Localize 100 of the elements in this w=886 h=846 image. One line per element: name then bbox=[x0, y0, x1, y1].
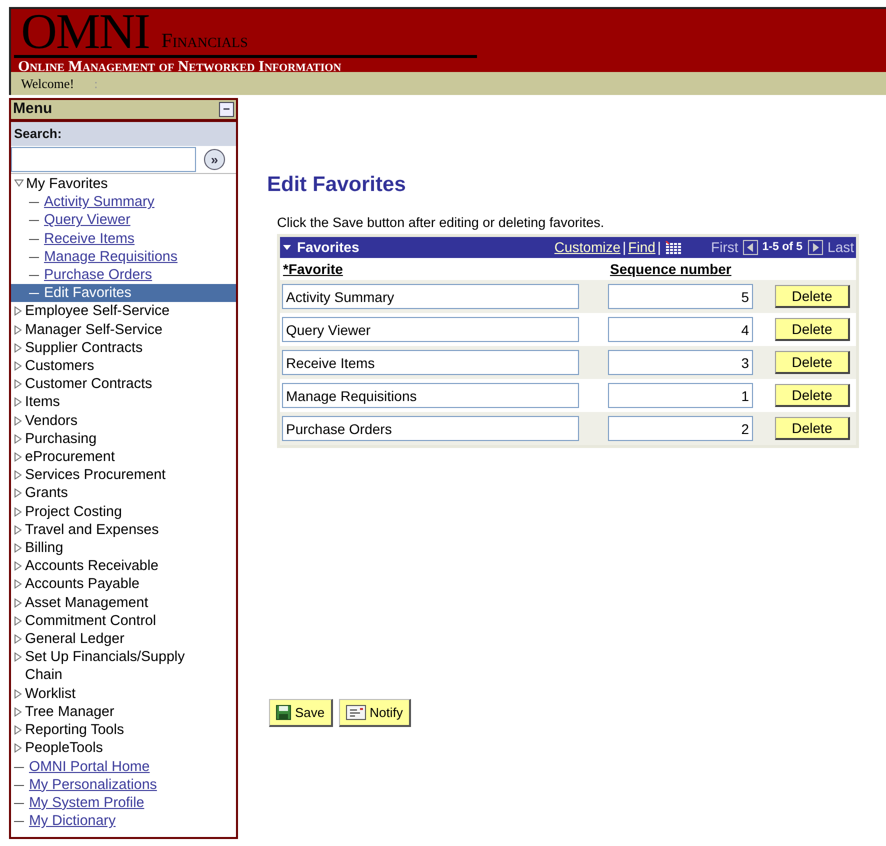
menu-folder[interactable]: Commitment Control bbox=[25, 612, 156, 630]
menu-folder[interactable]: Accounts Receivable bbox=[25, 557, 159, 576]
collapsed-triangle-icon[interactable] bbox=[14, 579, 22, 590]
menu-folder[interactable]: My Favorites bbox=[26, 175, 108, 194]
collapsed-triangle-icon[interactable] bbox=[14, 561, 22, 572]
collapse-caret-icon[interactable] bbox=[282, 244, 292, 252]
collapsed-triangle-icon[interactable] bbox=[14, 506, 22, 517]
last-label: Last bbox=[828, 238, 854, 257]
menu-folder[interactable]: Billing bbox=[25, 539, 64, 558]
column-header[interactable]: *Favorite bbox=[283, 258, 610, 280]
delete-button[interactable]: Delete bbox=[775, 318, 850, 341]
menu-link[interactable]: Purchase Orders bbox=[44, 266, 152, 284]
first-label: First bbox=[711, 238, 738, 257]
menu-folder[interactable]: eProcurement bbox=[25, 448, 115, 466]
menu-link[interactable]: Activity Summary bbox=[44, 193, 154, 212]
instruction-text: Click the Save button after editing or deleting favorites. bbox=[277, 214, 606, 232]
find-link[interactable]: Find bbox=[628, 237, 656, 258]
favorite-field[interactable]: Receive Items bbox=[282, 350, 579, 375]
separator-text: : bbox=[94, 74, 98, 93]
divider-text: | bbox=[657, 238, 662, 257]
collapsed-triangle-icon[interactable] bbox=[14, 706, 22, 717]
grid-title: Favorites bbox=[297, 238, 360, 257]
sequence-field[interactable]: 3 bbox=[608, 350, 753, 375]
collapsed-triangle-icon[interactable] bbox=[14, 634, 22, 644]
collapsed-triangle-icon[interactable] bbox=[14, 434, 22, 444]
menu-folder[interactable]: Worklist bbox=[25, 684, 76, 703]
menu-folder[interactable]: Project Costing bbox=[25, 502, 122, 521]
menu-title: Menu bbox=[13, 99, 52, 120]
menu-folder[interactable]: General Ledger bbox=[25, 630, 124, 648]
menu-folder[interactable]: Customer Contracts bbox=[25, 375, 152, 394]
menu-link[interactable]: My Dictionary bbox=[29, 812, 116, 830]
search-go-button[interactable]: » bbox=[204, 149, 225, 170]
collapsed-triangle-icon[interactable] bbox=[14, 598, 22, 608]
menu-link[interactable]: OMNI Portal Home bbox=[29, 758, 150, 776]
collapsed-triangle-icon[interactable] bbox=[14, 397, 22, 408]
customize-link[interactable]: Customize bbox=[554, 237, 621, 258]
menu-folder[interactable]: Vendors bbox=[25, 412, 78, 430]
collapsed-triangle-icon[interactable] bbox=[14, 543, 22, 554]
collapsed-triangle-icon[interactable] bbox=[14, 524, 22, 535]
favorite-field[interactable]: Query Viewer bbox=[282, 317, 579, 342]
collapsed-triangle-icon[interactable] bbox=[14, 361, 22, 372]
sequence-field[interactable]: 2 bbox=[608, 416, 753, 441]
grid-view-icon[interactable] bbox=[665, 240, 682, 254]
delete-button[interactable]: Delete bbox=[775, 417, 850, 440]
search-label: Search: bbox=[14, 125, 62, 144]
menu-folder[interactable]: Accounts Payable bbox=[25, 575, 140, 594]
menu-folder[interactable]: Purchasing bbox=[25, 430, 97, 448]
expanded-triangle-icon[interactable] bbox=[14, 179, 24, 187]
favorite-field[interactable]: Activity Summary bbox=[282, 284, 579, 309]
collapsed-triangle-icon[interactable] bbox=[14, 488, 22, 498]
collapsed-triangle-icon[interactable] bbox=[14, 616, 22, 626]
collapse-button[interactable]: − bbox=[219, 102, 234, 117]
menu-folder[interactable]: Manager Self-Service bbox=[25, 320, 162, 339]
page-title: Edit Favorites bbox=[267, 172, 407, 198]
collapsed-triangle-icon[interactable] bbox=[14, 743, 22, 754]
favorite-field[interactable]: Purchase Orders bbox=[282, 416, 579, 441]
menu-folder[interactable]: Customers bbox=[25, 357, 94, 376]
collapsed-triangle-icon[interactable] bbox=[14, 306, 22, 316]
tagline: Online Management of Networked Information bbox=[17, 58, 342, 76]
menu-folder[interactable]: Travel and Expenses bbox=[25, 520, 159, 540]
collapsed-triangle-icon[interactable] bbox=[14, 725, 22, 736]
collapsed-triangle-icon[interactable] bbox=[14, 342, 22, 353]
menu-link[interactable]: Query Viewer bbox=[44, 211, 130, 230]
menu-folder[interactable]: Services Procurement bbox=[25, 466, 166, 484]
logo-subtitle: Financials bbox=[161, 31, 248, 51]
sequence-field[interactable]: 1 bbox=[608, 383, 753, 408]
menu-link[interactable]: My System Profile bbox=[29, 794, 144, 812]
collapsed-triangle-icon[interactable] bbox=[14, 452, 22, 462]
collapsed-triangle-icon[interactable] bbox=[14, 379, 22, 390]
collapsed-triangle-icon[interactable] bbox=[14, 652, 22, 662]
save-button[interactable]: Save bbox=[269, 699, 333, 727]
sequence-field[interactable]: 5 bbox=[608, 284, 753, 309]
menu-folder[interactable]: Tree Manager bbox=[25, 702, 114, 722]
collapsed-triangle-icon[interactable] bbox=[14, 470, 22, 480]
delete-button[interactable]: Delete bbox=[775, 285, 850, 308]
sequence-field[interactable]: 4 bbox=[608, 317, 753, 342]
menu-link[interactable]: Receive Items bbox=[44, 230, 135, 248]
divider-text: | bbox=[622, 238, 626, 257]
collapsed-triangle-icon[interactable] bbox=[14, 324, 22, 335]
menu-folder[interactable]: Items bbox=[25, 393, 60, 412]
envelope-icon bbox=[346, 705, 366, 720]
welcome-text: Welcome! bbox=[21, 74, 74, 93]
delete-button[interactable]: Delete bbox=[775, 351, 850, 374]
menu-folder[interactable]: Supplier Contracts bbox=[25, 338, 143, 358]
logo-text: OMNI bbox=[21, 11, 150, 51]
collapsed-triangle-icon[interactable] bbox=[14, 416, 22, 426]
notify-button[interactable]: Notify bbox=[338, 699, 411, 727]
menu-link[interactable]: Manage Requisitions bbox=[44, 248, 178, 266]
menu-folder[interactable]: Employee Self-Service bbox=[25, 302, 170, 321]
favorite-field[interactable]: Manage Requisitions bbox=[282, 383, 579, 408]
collapsed-triangle-icon[interactable] bbox=[14, 688, 22, 699]
search-field[interactable] bbox=[11, 147, 196, 172]
menu-folder[interactable]: Set Up Financials/Supply Chain bbox=[25, 648, 215, 685]
column-header[interactable]: Sequence number bbox=[610, 258, 732, 280]
menu-folder[interactable]: PeopleTools bbox=[25, 739, 103, 758]
menu-folder[interactable]: Asset Management bbox=[25, 594, 148, 612]
menu-folder[interactable]: Reporting Tools bbox=[25, 721, 124, 740]
delete-button[interactable]: Delete bbox=[775, 384, 850, 407]
menu-link[interactable]: My Personalizations bbox=[29, 776, 157, 794]
menu-folder[interactable]: Grants bbox=[25, 484, 68, 503]
